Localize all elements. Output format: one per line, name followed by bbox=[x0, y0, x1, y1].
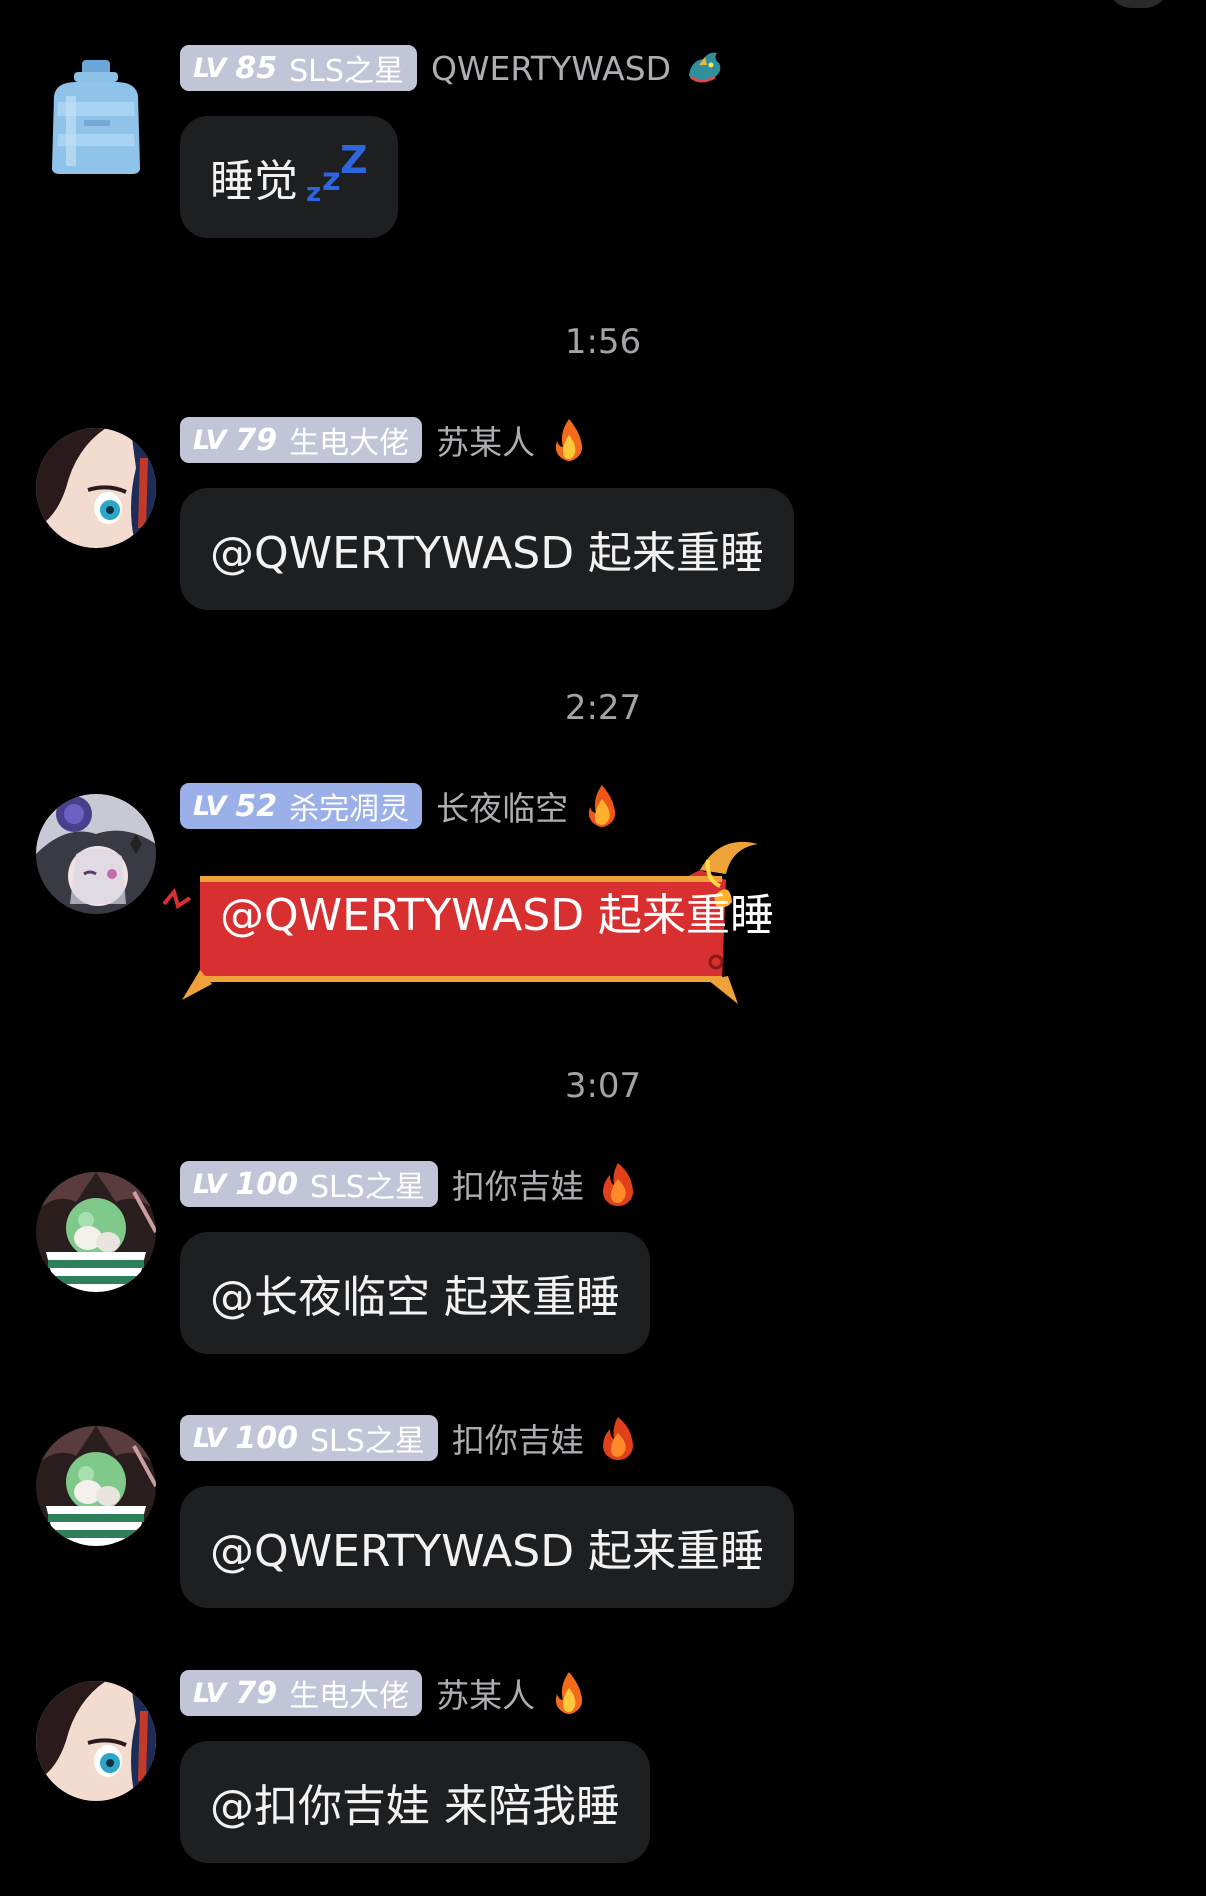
message-text: @QWERTYWASD 起来重睡 bbox=[210, 1526, 765, 1577]
badge-title: 生电大佬 bbox=[289, 426, 410, 461]
zzz-large: Z bbox=[340, 138, 368, 182]
message-bubble[interactable]: @QWERTYWASD 起来重睡 bbox=[180, 488, 795, 610]
sender-name[interactable]: 扣你吉娃 bbox=[452, 1160, 584, 1208]
message-text: @QWERTYWASD 起来重睡 bbox=[220, 890, 775, 941]
fire-icon bbox=[598, 1161, 638, 1207]
level-prefix: LV bbox=[193, 1677, 226, 1709]
fire-icon bbox=[598, 1415, 638, 1461]
fire-icon bbox=[549, 1670, 589, 1716]
message-text: @扣你吉娃 来陪我睡 bbox=[210, 1781, 620, 1832]
message-timestamp: 3:07 bbox=[564, 1066, 642, 1106]
sender-name[interactable]: 苏某人 bbox=[436, 1669, 535, 1717]
avatar[interactable] bbox=[36, 1426, 156, 1546]
chat-message: LV 85 SLS之星 QWERTYWASD 睡觉 z z Z bbox=[0, 44, 1206, 254]
food-avatar-image bbox=[36, 1172, 156, 1292]
level-prefix: LV bbox=[193, 52, 226, 84]
chat-message: LV 79 生电大佬 苏某人 @扣你吉娃 来陪我睡 bbox=[0, 1669, 1206, 1879]
zzz-small: z bbox=[306, 178, 322, 208]
badge-title: SLS之星 bbox=[289, 54, 404, 89]
level-number: 52 bbox=[235, 788, 278, 824]
chat-message-list[interactable]: LV 85 SLS之星 QWERTYWASD 睡觉 z z Z 1:56 LV … bbox=[0, 0, 1206, 1896]
fire-icon bbox=[549, 417, 589, 463]
avatar[interactable] bbox=[36, 794, 156, 914]
message-meta: LV 100 SLS之星 扣你吉娃 bbox=[180, 1414, 638, 1462]
level-badge[interactable]: LV 100 SLS之星 bbox=[180, 1161, 438, 1207]
floating-action-button[interactable] bbox=[1106, 0, 1170, 8]
level-badge[interactable]: LV 79 生电大佬 bbox=[180, 1670, 423, 1716]
sender-name[interactable]: 长夜临空 bbox=[436, 782, 568, 830]
level-number: 79 bbox=[235, 422, 278, 458]
badge-title: 杀完凋灵 bbox=[289, 792, 410, 827]
food-avatar-image bbox=[36, 1426, 156, 1546]
chat-message: LV 100 SLS之星 扣你吉娃 @QWERTYWASD 起来重睡 bbox=[0, 1414, 1206, 1624]
badge-title: SLS之星 bbox=[310, 1170, 425, 1205]
avatar[interactable] bbox=[36, 1681, 156, 1801]
badge-title: SLS之星 bbox=[310, 1424, 425, 1459]
message-timestamp: 2:27 bbox=[564, 688, 642, 728]
level-number: 79 bbox=[235, 1675, 278, 1711]
chat-message: LV 52 杀完凋灵 长夜临空 @QWERTYWASD 起来重睡 bbox=[0, 782, 1206, 1022]
sleep-zzz-sticker: z z Z bbox=[304, 138, 368, 212]
message-bubble[interactable]: @扣你吉娃 来陪我睡 bbox=[180, 1741, 650, 1863]
level-number: 100 bbox=[235, 1166, 299, 1202]
message-text: @长夜临空 起来重睡 bbox=[210, 1272, 620, 1323]
badge-title: 生电大佬 bbox=[289, 1679, 410, 1714]
message-meta: LV 52 杀完凋灵 长夜临空 bbox=[180, 782, 622, 830]
chat-message: LV 79 生电大佬 苏某人 @QWERTYWASD 起来重睡 bbox=[0, 416, 1206, 626]
message-meta: LV 85 SLS之星 QWERTYWASD bbox=[180, 44, 725, 92]
level-prefix: LV bbox=[193, 1168, 226, 1200]
message-meta: LV 79 生电大佬 苏某人 bbox=[180, 416, 589, 464]
level-badge[interactable]: LV 79 生电大佬 bbox=[180, 417, 423, 463]
message-timestamp: 1:56 bbox=[564, 322, 642, 362]
sender-name[interactable]: 扣你吉娃 bbox=[452, 1414, 584, 1462]
anime-avatar-image bbox=[36, 428, 156, 548]
message-bubble[interactable]: @QWERTYWASD 起来重睡 bbox=[180, 1486, 795, 1608]
level-badge[interactable]: LV 85 SLS之星 bbox=[180, 45, 417, 91]
avatar[interactable] bbox=[36, 428, 156, 548]
message-meta: LV 100 SLS之星 扣你吉娃 bbox=[180, 1160, 638, 1208]
devil-frame-bubble[interactable]: @QWERTYWASD 起来重睡 bbox=[160, 840, 880, 1010]
dragon-icon bbox=[685, 45, 725, 91]
level-prefix: LV bbox=[193, 424, 226, 456]
message-meta: LV 79 生电大佬 苏某人 bbox=[180, 1669, 589, 1717]
level-badge[interactable]: LV 52 杀完凋灵 bbox=[180, 783, 423, 829]
level-prefix: LV bbox=[193, 1422, 226, 1454]
level-prefix: LV bbox=[193, 790, 226, 822]
sender-name[interactable]: QWERTYWASD bbox=[431, 49, 671, 88]
zzz-medium: z bbox=[322, 160, 341, 198]
level-badge[interactable]: LV 100 SLS之星 bbox=[180, 1415, 438, 1461]
avatar[interactable] bbox=[36, 56, 156, 176]
message-bubble[interactable]: 睡觉 z z Z bbox=[180, 116, 398, 238]
chat-message: LV 100 SLS之星 扣你吉娃 @长夜临空 起来重睡 bbox=[0, 1160, 1206, 1370]
message-bubble[interactable]: @长夜临空 起来重睡 bbox=[180, 1232, 650, 1354]
level-number: 85 bbox=[235, 50, 278, 86]
sender-name[interactable]: 苏某人 bbox=[436, 416, 535, 464]
fire-icon bbox=[582, 783, 622, 829]
avatar[interactable] bbox=[36, 1172, 156, 1292]
anime-avatar-image bbox=[36, 794, 156, 914]
message-text: 睡觉 bbox=[210, 156, 298, 207]
anime-avatar-image bbox=[36, 1681, 156, 1801]
water-jug-avatar-image bbox=[36, 56, 156, 176]
message-text: @QWERTYWASD 起来重睡 bbox=[210, 528, 765, 579]
level-number: 100 bbox=[235, 1420, 299, 1456]
